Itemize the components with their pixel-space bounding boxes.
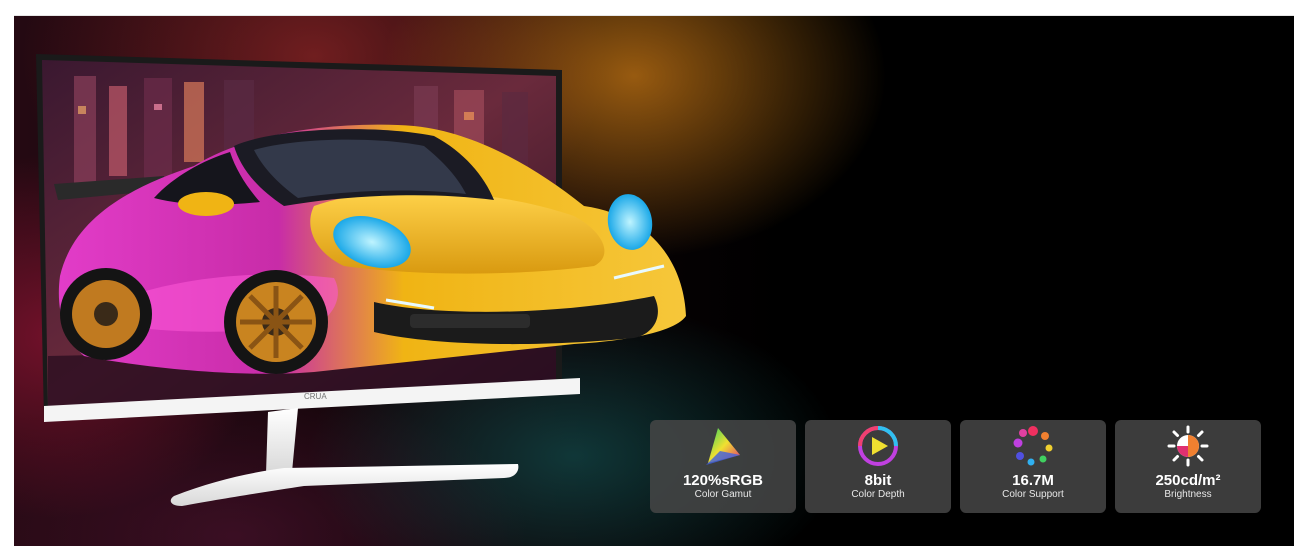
feature-label: Brightness [1164,489,1212,500]
feature-badge-brightness: 250cd/m² Brightness [1115,420,1261,513]
car-wheel-front [224,270,328,374]
feature-badge-color-support: 16.7M Color Support [960,420,1106,513]
hero-banner: CRUA 120%sRGB Color Gamut 8bit Color Dep… [14,15,1294,546]
feature-value: 16.7M [1012,472,1054,489]
feature-badge-color-gamut: 120%sRGB Color Gamut [650,420,796,513]
monitor-illustration: CRUA [36,54,687,506]
monitor-stand-base [170,464,519,506]
feature-label: Color Support [1002,489,1064,500]
feature-badges: 120%sRGB Color Gamut 8bit Color Depth 16… [650,420,1261,513]
feature-label: Color Depth [851,489,905,500]
feature-badge-color-depth: 8bit Color Depth [805,420,951,513]
car-wheel-rear [60,268,152,360]
feature-value: 250cd/m² [1155,472,1221,489]
brightness-icon [1167,425,1209,467]
brand-logo: CRUA [304,392,327,401]
color-gamut-icon [706,428,740,465]
feature-label: Color Gamut [694,489,752,500]
feature-value: 120%sRGB [682,472,764,489]
monitor-stand-neck [266,408,298,474]
color-support-icon [1013,426,1053,466]
feature-value: 8bit [864,472,892,489]
color-depth-icon [858,426,898,466]
